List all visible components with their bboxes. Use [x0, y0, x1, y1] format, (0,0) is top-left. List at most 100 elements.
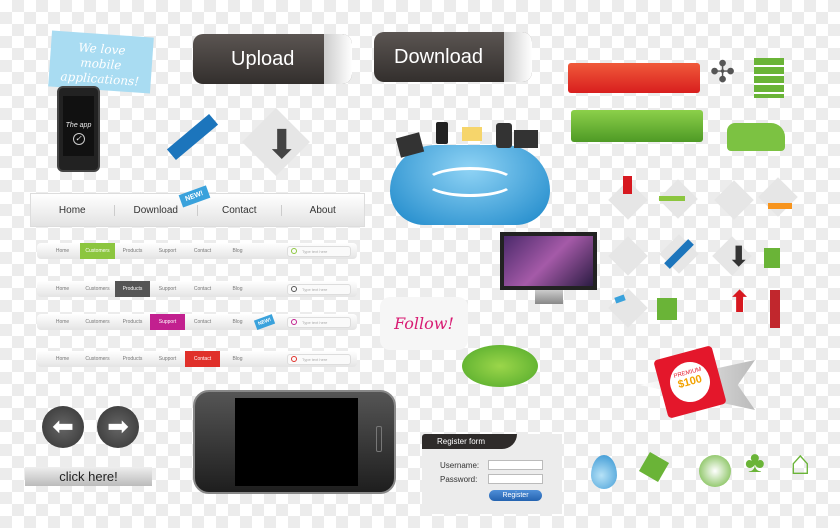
- speech-bubble: We love mobile applications!: [48, 30, 154, 94]
- password-label: Password:: [440, 474, 478, 484]
- arrow-left-button[interactable]: ⬅: [42, 406, 84, 448]
- search-icon: [291, 247, 297, 254]
- red-banner: [568, 63, 700, 93]
- solar-panel-icon: [754, 58, 784, 98]
- click-here-button[interactable]: click here!: [25, 467, 152, 486]
- small-nav-bar: Home Customers Products Support Contact Blog T…: [37, 243, 357, 259]
- phone-screen: The app ✓: [63, 96, 94, 156]
- nav-item[interactable]: Customers: [80, 243, 115, 259]
- phone-screen: [235, 398, 358, 486]
- bubble-text: We love mobile applications!: [60, 40, 140, 89]
- nav-item[interactable]: Home: [45, 281, 80, 297]
- nav-item[interactable]: Home: [45, 351, 80, 367]
- nav-item[interactable]: Blog: [220, 281, 255, 297]
- new-badge: NEW!: [253, 313, 276, 331]
- search-input[interactable]: Type text here: [287, 245, 351, 257]
- arrow-right-button[interactable]: ➡: [97, 406, 139, 448]
- button-tab: [504, 32, 532, 82]
- tree-icon: ♣: [745, 446, 765, 479]
- nav-item[interactable]: Blog: [220, 351, 255, 367]
- nav-item[interactable]: Blog: [220, 314, 255, 330]
- search-placeholder: Type text here: [302, 286, 328, 292]
- username-label: Username:: [440, 460, 480, 470]
- bookmark-icon: [623, 176, 632, 194]
- upload-label: Upload: [231, 47, 295, 70]
- follow-text: Follow!: [394, 314, 454, 333]
- nav-home[interactable]: Home: [31, 204, 115, 216]
- recycle-tag-icon: [638, 451, 670, 483]
- nav-item[interactable]: Products: [115, 281, 150, 297]
- follow-bubble[interactable]: Follow!: [380, 297, 468, 350]
- tile: [608, 288, 648, 328]
- search-placeholder: Type text here: [302, 319, 328, 325]
- van-icon: [727, 123, 785, 151]
- download-button[interactable]: Download: [374, 32, 532, 82]
- nav-item[interactable]: Support: [150, 351, 185, 367]
- tile: [608, 236, 648, 276]
- arrow-down-icon: ⬇: [265, 123, 299, 167]
- sync-arrows-icon: [425, 167, 515, 197]
- nav-about[interactable]: About: [282, 205, 365, 216]
- water-drop-icon: [591, 455, 617, 489]
- nav-item[interactable]: Customers: [80, 314, 115, 330]
- nav-item[interactable]: Products: [115, 351, 150, 367]
- premium-tag: PREMIUM $100: [653, 345, 727, 419]
- nav-item[interactable]: Contact: [185, 281, 220, 297]
- register-form: Register form Username: Password: Regist…: [422, 434, 562, 514]
- nav-item[interactable]: Support: [150, 314, 185, 330]
- nav-item[interactable]: Customers: [80, 351, 115, 367]
- search-placeholder: Type text here: [302, 248, 328, 254]
- nav-item[interactable]: Blog: [220, 243, 255, 259]
- search-input[interactable]: Type text here: [287, 353, 351, 365]
- mail-icon: [462, 127, 482, 141]
- monitor-icon: [514, 130, 538, 148]
- check-icon: ✓: [72, 133, 85, 145]
- arrow-up-icon: ⬆: [727, 286, 753, 319]
- nav-item[interactable]: Support: [150, 281, 185, 297]
- register-button[interactable]: Register: [489, 490, 542, 501]
- nav-item[interactable]: Support: [150, 243, 185, 259]
- arrow-left-icon: ⬅: [52, 411, 74, 441]
- monitor-stand: [535, 290, 563, 304]
- nav-item[interactable]: Products: [115, 314, 150, 330]
- nav-item[interactable]: Contact: [185, 243, 220, 259]
- username-input[interactable]: [488, 460, 543, 470]
- nav-item[interactable]: Contact: [185, 351, 220, 367]
- monster-mascot: [462, 345, 538, 387]
- home-button: [376, 426, 382, 452]
- monitor-icon: [500, 232, 597, 290]
- blue-arrow-icon: [166, 113, 219, 161]
- green-banner: [571, 110, 703, 142]
- download-label: Download: [394, 45, 483, 68]
- small-nav-bar: Home Customers Products Support Contact Blog N…: [37, 313, 357, 331]
- bookmark-icon: [770, 290, 780, 328]
- nav-item[interactable]: Home: [45, 243, 80, 259]
- tile: [714, 180, 754, 220]
- nav-item[interactable]: Contact: [185, 314, 220, 330]
- nav-item[interactable]: Customers: [80, 281, 115, 297]
- small-nav-bar: Home Customers Products Support Contact Blog T…: [37, 351, 357, 367]
- small-nav-bar: Home Customers Products Support Contact Blog T…: [37, 281, 357, 297]
- ribbon-icon: [659, 196, 685, 201]
- phone-screen-text: The app: [65, 122, 92, 129]
- search-icon: [291, 285, 297, 292]
- small-phone: The app ✓: [57, 86, 100, 172]
- monitor-screen: [504, 236, 593, 286]
- upload-button[interactable]: Upload: [193, 34, 352, 84]
- button-tab: [324, 34, 352, 84]
- search-placeholder: Type text here: [302, 356, 328, 362]
- cloud-icon: [390, 145, 550, 225]
- nav-item[interactable]: Home: [45, 314, 80, 330]
- arrow-down-icon: ⬇: [727, 241, 751, 272]
- password-input[interactable]: [488, 474, 543, 484]
- search-icon: [291, 355, 297, 362]
- arrow-right-icon: ➡: [107, 411, 129, 441]
- green-tag-icon: [657, 298, 677, 320]
- house-icon: ⌂: [790, 444, 811, 482]
- search-input[interactable]: Type text here: [287, 283, 351, 295]
- nav-item[interactable]: Products: [115, 243, 150, 259]
- nav-contact[interactable]: Contact: [198, 204, 282, 216]
- device-icon: [496, 123, 512, 148]
- search-input[interactable]: Type text here: [287, 316, 351, 328]
- globe-icon: [699, 455, 731, 487]
